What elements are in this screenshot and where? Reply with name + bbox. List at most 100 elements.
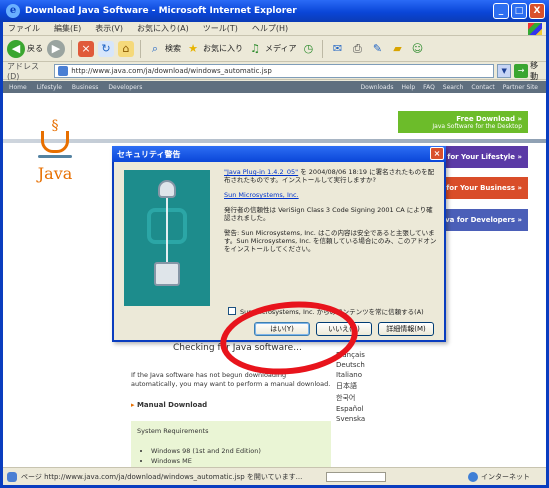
menu-tools[interactable]: ツール(T) (203, 23, 238, 34)
back-arrow-icon: ◀ (7, 39, 25, 58)
java-logo[interactable]: § Java (33, 118, 77, 183)
history-icon[interactable]: ◷ (300, 41, 316, 57)
dialog-paragraph-publisher: Sun Microsystems, Inc. (224, 191, 438, 199)
dialog-title-bar[interactable]: セキュリティ警告 × (112, 146, 446, 162)
internet-explorer-icon: e (6, 4, 20, 18)
publisher-link[interactable]: Sun Microsystems, Inc. (224, 191, 299, 199)
lang-link[interactable]: Italiano (336, 371, 365, 379)
messenger-icon[interactable]: ☺ (409, 41, 425, 57)
lang-link[interactable]: 日本語 (336, 381, 365, 391)
menu-help[interactable]: ヘルプ(H) (252, 23, 288, 34)
back-label: 戻る (27, 44, 43, 53)
maximize-button[interactable]: □ (511, 3, 527, 19)
search-icon: ⌕ (151, 41, 159, 55)
manual-download-link[interactable]: ▸ Manual Download (131, 401, 207, 409)
media-icon: ♫ (250, 41, 260, 55)
nav-partner[interactable]: Partner Site (503, 84, 538, 91)
list-item: Windows 98 (1st and 2nd Edition) (151, 447, 325, 455)
menu-bar: ファイル 編集(E) 表示(V) お気に入り(A) ツール(T) ヘルプ(H) (3, 22, 546, 36)
favorites-label: お気に入り (203, 44, 243, 53)
home-icon[interactable]: ⌂ (118, 40, 134, 57)
forward-button[interactable]: ▶ (47, 39, 65, 58)
status-text: ページ http://www.java.com/ja/download/wind… (21, 472, 303, 481)
dialog-message: "Java Plug-in 1.4.2_05" を 2004/08/06 18:… (224, 168, 438, 260)
computer-icon (154, 262, 180, 286)
dialog-close-button[interactable]: × (430, 147, 444, 160)
search-label: 検索 (165, 44, 181, 53)
language-list: Français Deutsch Italiano 日本語 한국어 Españo… (336, 351, 365, 423)
close-button[interactable]: X (529, 3, 545, 19)
nav-search[interactable]: Search (443, 84, 464, 91)
nav-home[interactable]: Home (9, 84, 27, 91)
java-steam-icon: § (51, 118, 59, 134)
mail-icon[interactable]: ✉ (329, 41, 345, 57)
java-cup-icon (41, 131, 69, 153)
nav-faq[interactable]: FAQ (423, 84, 435, 91)
always-trust-checkbox[interactable] (228, 307, 236, 315)
toolbar: ◀ 戻る ▶ × ↻ ⌂ ⌕ 検索 ★ お気に入り ♫ メディア ◷ ✉ ⎙ ✎… (3, 36, 546, 62)
media-button[interactable]: ♫ メディア (247, 41, 296, 57)
menu-favorites[interactable]: お気に入り(A) (137, 23, 189, 34)
nav-downloads[interactable]: Downloads (361, 84, 394, 91)
favorites-button[interactable]: ★ お気に入り (185, 41, 243, 57)
manual-download-label: Manual Download (136, 401, 208, 409)
java-plate-icon (38, 155, 72, 158)
back-button[interactable]: ◀ 戻る (7, 39, 43, 58)
nav-business[interactable]: Business (72, 84, 98, 91)
header-gradient-bar (3, 139, 546, 143)
security-zone: インターネット (468, 471, 546, 482)
address-dropdown-icon[interactable]: ▼ (497, 63, 512, 78)
dialog-paragraph-1: "Java Plug-in 1.4.2_05" を 2004/08/06 18:… (224, 168, 438, 184)
dialog-paragraph-2: 発行者の信頼性は VeriSign Class 3 Code Signing 2… (224, 206, 433, 222)
search-button[interactable]: ⌕ 検索 (147, 41, 181, 57)
stop-icon[interactable]: × (78, 40, 94, 57)
globe-icon (468, 471, 478, 482)
list-item: Windows ME (151, 457, 325, 465)
lang-link[interactable]: Español (336, 405, 365, 413)
menu-file[interactable]: ファイル (8, 23, 40, 34)
toolbar-separator (140, 39, 141, 58)
network-cable-icon (166, 198, 168, 262)
promo-free-sub: Java Software for the Desktop (432, 122, 522, 130)
print-icon[interactable]: ⎙ (349, 41, 365, 57)
site-top-nav: Home Lifestyle Business Developers Downl… (3, 81, 546, 93)
media-label: メディア (265, 44, 297, 53)
edit-icon[interactable]: ✎ (369, 41, 385, 57)
title-bar[interactable]: e Download Java Software - Microsoft Int… (0, 0, 549, 22)
manual-info-text: If the Java software has not begun downl… (131, 371, 331, 388)
refresh-icon[interactable]: ↻ (98, 40, 114, 57)
menu-edit[interactable]: 編集(E) (54, 23, 81, 34)
status-bar: ページ http://www.java.com/ja/download/wind… (3, 467, 546, 485)
status-progress-bar (326, 471, 387, 482)
nav-lifestyle[interactable]: Lifestyle (37, 84, 62, 91)
nav-developers[interactable]: Developers (108, 84, 142, 91)
nav-help[interactable]: Help (401, 84, 415, 91)
lang-link[interactable]: Deutsch (336, 361, 365, 369)
folder-icon[interactable]: ▰ (389, 41, 405, 57)
toolbar-separator (322, 39, 324, 58)
address-label: アドレス(D) (7, 61, 39, 81)
dialog-paragraph-3: 警告: Sun Microsystems, Inc. はこの内容は安全であると主… (224, 229, 437, 253)
server-icon (158, 180, 176, 198)
system-requirements-box: System Requirements Windows 98 (1st and … (131, 421, 331, 467)
nav-contact[interactable]: Contact (471, 84, 494, 91)
minimize-button[interactable]: _ (493, 3, 509, 19)
sysreq-list: Windows 98 (1st and 2nd Edition) Windows… (151, 447, 325, 465)
page-icon (58, 65, 69, 76)
menu-view[interactable]: 表示(V) (95, 23, 123, 34)
windows-logo-icon (528, 23, 542, 35)
lang-link[interactable]: 한국어 (336, 393, 365, 403)
dialog-title: セキュリティ警告 (117, 149, 181, 159)
address-url[interactable]: http://www.java.com/ja/download/windows_… (71, 67, 272, 75)
go-label: 移動 (530, 60, 539, 81)
forward-arrow-icon: ▶ (47, 39, 65, 58)
more-info-button[interactable]: 詳細情報(M) (378, 322, 434, 336)
address-field[interactable]: http://www.java.com/ja/download/windows_… (54, 63, 495, 78)
plugin-name-link[interactable]: "Java Plug-in 1.4.2_05" (224, 168, 298, 176)
promo-free-download[interactable]: Free Download » Java Software for the De… (398, 111, 528, 133)
lang-link[interactable]: Svenska (336, 415, 365, 423)
zone-label: インターネット (481, 472, 530, 481)
go-button[interactable]: → 移動 (514, 60, 546, 82)
java-logo-text: Java (37, 164, 73, 183)
window-title: Download Java Software - Microsoft Inter… (25, 6, 297, 16)
